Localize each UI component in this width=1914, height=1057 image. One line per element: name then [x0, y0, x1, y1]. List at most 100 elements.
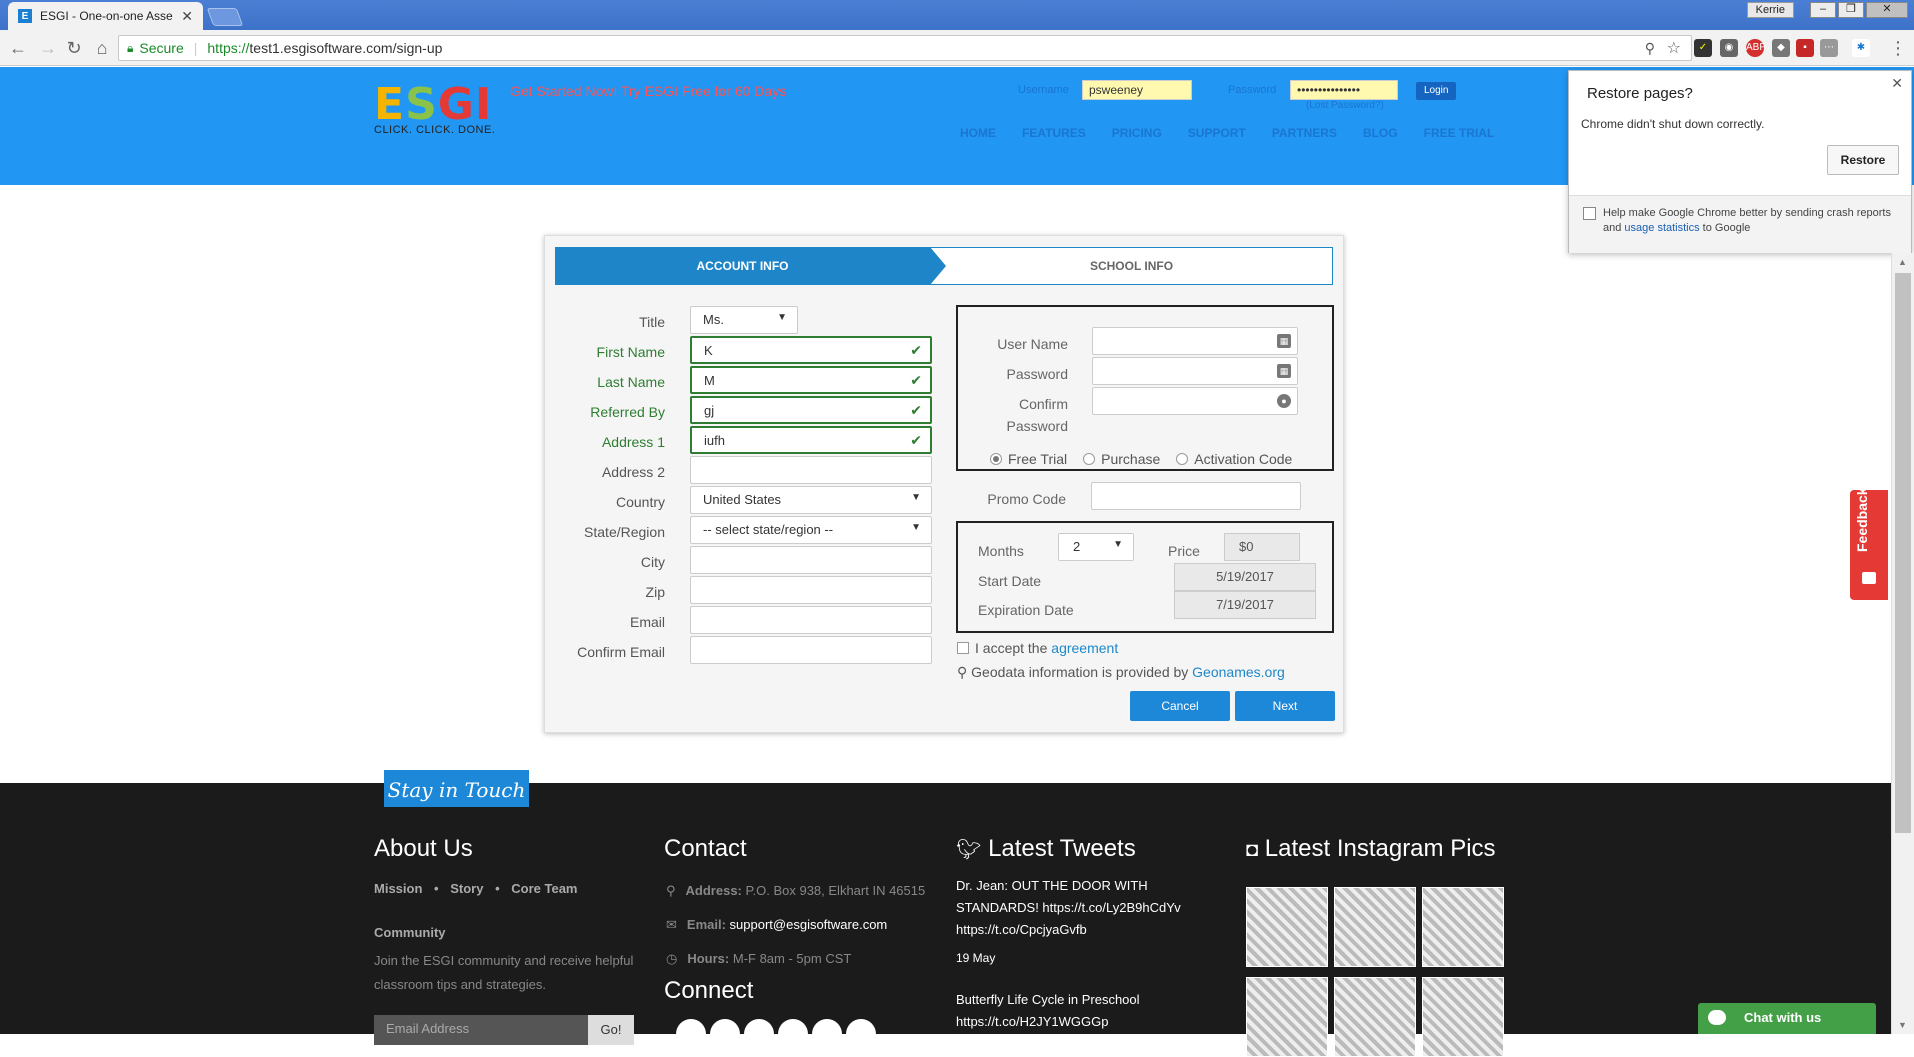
agreement-checkbox[interactable]: [957, 642, 969, 654]
title-select[interactable]: Ms. ▼: [690, 306, 798, 334]
months-value: 2: [1073, 539, 1081, 554]
state-select[interactable]: -- select state/region -- ▼: [690, 516, 932, 544]
instagram-thumbnail[interactable]: [1422, 887, 1504, 967]
header-username-input[interactable]: psweeney: [1082, 80, 1192, 100]
last-name-input[interactable]: M ✔: [690, 366, 932, 394]
story-link[interactable]: Story: [450, 881, 483, 896]
nav-support[interactable]: SUPPORT: [1188, 126, 1246, 140]
nav-blog[interactable]: BLOG: [1363, 126, 1398, 140]
tweet-2[interactable]: Butterfly Life Cycle in Preschool https:…: [956, 989, 1186, 1033]
tab-close-icon[interactable]: ✕: [181, 8, 193, 25]
instagram-thumbnail[interactable]: [1334, 977, 1416, 1057]
free-trial-radio[interactable]: [990, 453, 1002, 465]
login-button[interactable]: Login: [1416, 82, 1457, 100]
city-input[interactable]: [690, 546, 932, 574]
email-input[interactable]: [690, 606, 932, 634]
contact-title: Contact: [664, 835, 747, 862]
username-input[interactable]: ▦: [1092, 327, 1298, 355]
reload-icon[interactable]: ↻: [64, 38, 84, 58]
forward-icon[interactable]: →: [38, 38, 58, 58]
close-icon[interactable]: ✕: [1891, 75, 1903, 92]
title-label: Title: [639, 314, 665, 330]
country-select[interactable]: United States ▼: [690, 486, 932, 514]
months-select[interactable]: 2 ▼: [1058, 533, 1134, 561]
confirm-password-input[interactable]: ●: [1092, 387, 1298, 415]
extension-red-icon[interactable]: ▪: [1796, 39, 1814, 57]
key-icon[interactable]: ⚲: [1645, 40, 1655, 57]
instagram-icon[interactable]: [812, 1019, 842, 1049]
chat-with-us-button[interactable]: Chat with us: [1698, 1003, 1876, 1034]
back-icon[interactable]: ←: [8, 38, 28, 58]
extension-puzzle-icon[interactable]: ◉: [1720, 39, 1738, 57]
instagram-thumbnail[interactable]: [1422, 977, 1504, 1057]
adblock-icon[interactable]: ABP: [1746, 39, 1766, 57]
zip-input[interactable]: [690, 576, 932, 604]
youtube-icon[interactable]: [846, 1019, 876, 1049]
lock-icon: 🔒︎: [127, 40, 134, 55]
address1-input[interactable]: iufh ✔: [690, 426, 932, 454]
clock-icon: ◷: [666, 951, 678, 966]
purchase-radio[interactable]: [1083, 453, 1096, 465]
core-team-link[interactable]: Core Team: [511, 881, 577, 896]
usage-statistics-link[interactable]: usage statistics: [1624, 222, 1699, 234]
contact-hours: ◷ Hours: M-F 8am - 5pm CST: [666, 951, 851, 967]
instagram-thumbnail[interactable]: [1334, 887, 1416, 967]
address2-input[interactable]: [690, 456, 932, 484]
community-title: Community: [374, 925, 446, 940]
password-input[interactable]: ▦: [1092, 357, 1298, 385]
activation-code-radio[interactable]: [1176, 453, 1189, 465]
nav-pricing[interactable]: PRICING: [1112, 126, 1162, 140]
promo-code-label: Promo Code: [987, 491, 1066, 507]
maximize-button[interactable]: ❐: [1838, 2, 1864, 18]
nav-free-trial[interactable]: FREE TRIAL: [1424, 126, 1495, 140]
nav-partners[interactable]: PARTNERS: [1272, 126, 1337, 140]
extension-blue-icon[interactable]: ✱: [1852, 39, 1870, 57]
nav-home[interactable]: HOME: [960, 126, 996, 140]
lost-password-link[interactable]: (Lost Password?): [1306, 100, 1384, 111]
address-bar[interactable]: 🔒︎ Secure | https:// test1.esgisoftware.…: [118, 35, 1692, 61]
scroll-down-icon[interactable]: ▼: [1898, 1020, 1907, 1030]
first-name-input[interactable]: K ✔: [690, 336, 932, 364]
scroll-up-icon[interactable]: ▲: [1898, 257, 1907, 267]
confirm-email-input[interactable]: [690, 636, 932, 664]
promo-text[interactable]: Get Started Now! Try ESGI Free for 60 Da…: [510, 83, 786, 99]
scroll-thumb[interactable]: [1895, 273, 1911, 833]
esgi-logo[interactable]: ESGI: [374, 79, 492, 130]
window-close-button[interactable]: ✕: [1866, 2, 1908, 18]
agreement-link[interactable]: agreement: [1051, 640, 1118, 656]
newsletter-go-button[interactable]: Go!: [588, 1015, 634, 1045]
geonames-link[interactable]: Geonames.org: [1192, 664, 1285, 680]
extension-gray2-icon[interactable]: ⋯: [1820, 39, 1838, 57]
referred-by-input[interactable]: gj ✔: [690, 396, 932, 424]
step-school-info[interactable]: SCHOOL INFO: [930, 247, 1333, 285]
instagram-thumbnail[interactable]: [1246, 977, 1328, 1057]
restore-button[interactable]: Restore: [1827, 145, 1899, 175]
instagram-thumbnail[interactable]: [1246, 887, 1328, 967]
cancel-button[interactable]: Cancel: [1130, 691, 1230, 721]
mission-link[interactable]: Mission: [374, 881, 422, 896]
header-password-input[interactable]: •••••••••••••••: [1290, 80, 1398, 100]
extension-checklist-icon[interactable]: ✓: [1694, 39, 1712, 57]
step-account-info[interactable]: ACCOUNT INFO: [555, 247, 930, 285]
new-tab-button[interactable]: [206, 8, 244, 26]
pinterest-icon[interactable]: [778, 1019, 808, 1049]
bookmark-star-icon[interactable]: ☆: [1667, 38, 1681, 58]
profile-button[interactable]: Kerrie: [1746, 2, 1794, 18]
extension-grey-icon[interactable]: ◆: [1772, 39, 1790, 57]
feedback-tab[interactable]: Feedback: [1850, 487, 1888, 600]
tweet-1[interactable]: Dr. Jean: OUT THE DOOR WITH STANDARDS! h…: [956, 875, 1186, 941]
page-scrollbar[interactable]: ▲ ▼: [1891, 253, 1914, 1034]
next-button[interactable]: Next: [1235, 691, 1335, 721]
linkedin-icon[interactable]: [744, 1019, 774, 1049]
crash-report-checkbox[interactable]: [1583, 207, 1596, 220]
browser-tab[interactable]: E ESGI - One-on-one Asse ✕: [8, 2, 203, 30]
accept-text: I accept the agreement: [975, 640, 1118, 656]
nav-features[interactable]: FEATURES: [1022, 126, 1086, 140]
home-icon[interactable]: ⌂: [92, 38, 112, 58]
minimize-button[interactable]: –: [1810, 2, 1836, 18]
email-link[interactable]: support@esgisoftware.com: [730, 917, 888, 932]
facebook-icon[interactable]: [676, 1019, 706, 1049]
twitter-icon[interactable]: [710, 1019, 740, 1049]
promo-code-input[interactable]: [1091, 482, 1301, 510]
menu-icon[interactable]: ⋮: [1888, 38, 1908, 58]
